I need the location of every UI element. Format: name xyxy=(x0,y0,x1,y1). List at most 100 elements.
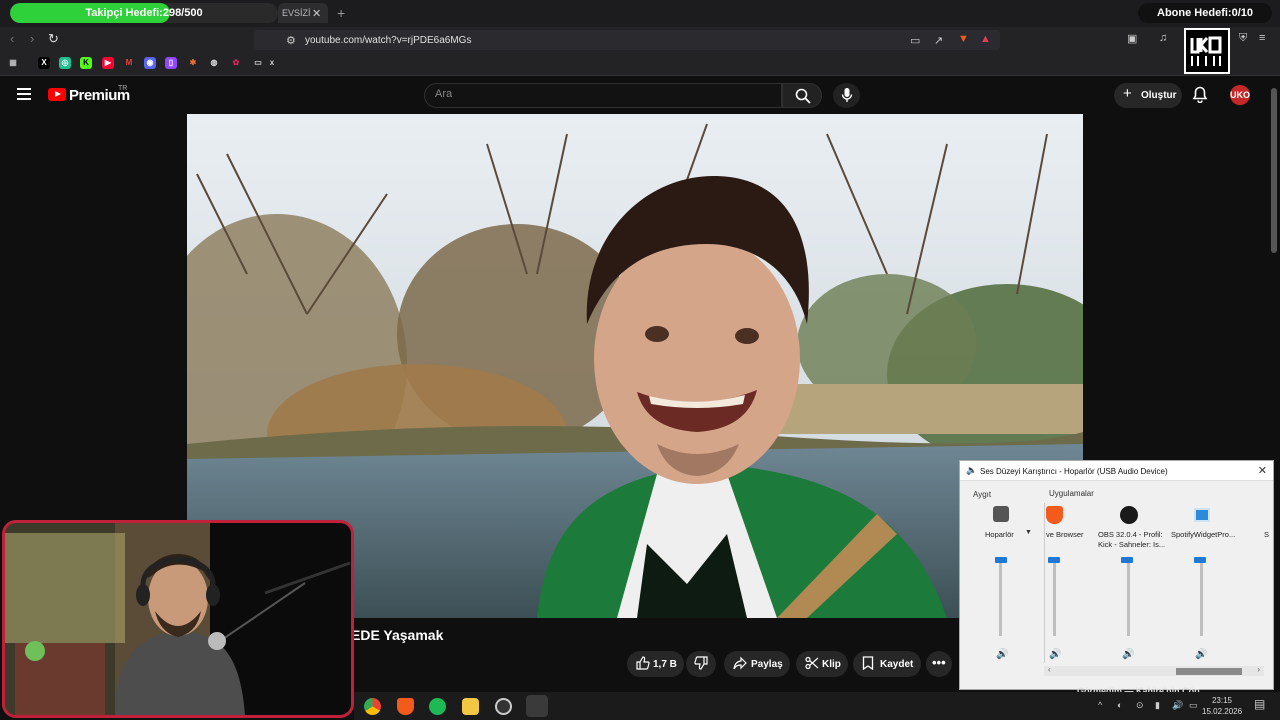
apps-header: Uygulamalar xyxy=(1049,489,1094,498)
volume-slider-thumb[interactable] xyxy=(1121,557,1133,563)
kick-bookmark-icon[interactable]: K xyxy=(80,57,92,69)
tray-app-icon[interactable]: ◐ xyxy=(1117,700,1122,710)
tray-overflow-icon[interactable]: ^ xyxy=(1098,700,1102,710)
taskbar-clock[interactable]: 23:15 15.02.2026 xyxy=(1202,695,1242,717)
tab-close-icon[interactable]: ✕ xyxy=(312,7,321,20)
share-button[interactable]: Paylaş xyxy=(724,651,790,677)
volume-slider-thumb[interactable] xyxy=(1194,557,1206,563)
search-icon xyxy=(795,88,811,104)
webcam-overlay xyxy=(2,520,354,718)
folder-icon[interactable]: ▭ xyxy=(252,57,264,69)
close-icon[interactable]: ✕ xyxy=(1258,464,1267,477)
create-button[interactable]: + Oluştur xyxy=(1114,83,1182,108)
search-input[interactable] xyxy=(435,88,765,100)
region-code: TR xyxy=(118,85,128,92)
mixer-scroll-thumb[interactable] xyxy=(1176,668,1242,675)
chrome-taskbar-icon[interactable] xyxy=(364,698,381,715)
clip-button[interactable]: Klip xyxy=(796,651,848,677)
mute-speaker-icon[interactable]: 🔊 xyxy=(996,649,1008,660)
menu-icon[interactable]: ≡ xyxy=(1259,32,1265,44)
channel-name: SpotifyWidgetPro... xyxy=(1171,530,1236,539)
spotify-widget-icon xyxy=(1194,508,1210,522)
notifications-icon[interactable]: ▤ xyxy=(1254,697,1265,711)
like-button[interactable]: 1,7 B xyxy=(627,651,684,677)
scroll-right-icon[interactable]: › xyxy=(1257,665,1260,674)
volume-mixer-window: 🔈 Ses Düzeyi Karıştırıcı - Hoparlör (USB… xyxy=(959,460,1274,690)
forward-icon[interactable]: › xyxy=(30,31,34,46)
browser-toolbar: ‹ › ↻ ⚙ youtube.com/watch?v=rjPDE6a6MGs … xyxy=(0,27,1280,52)
notifications-bell-icon[interactable] xyxy=(1192,86,1210,104)
volume-slider-thumb[interactable] xyxy=(995,557,1007,563)
mixer-horizontal-scrollbar[interactable]: ‹ › xyxy=(1044,665,1264,676)
browser-tab-bar: Takipçi Hedefi:298/500 EVSİZİ ✕ + Abone … xyxy=(0,0,1280,27)
bookmark-icon-8[interactable]: ✱ xyxy=(187,57,199,69)
tray-language-icon[interactable]: ▭ xyxy=(1189,700,1198,711)
scroll-left-icon[interactable]: ‹ xyxy=(1048,665,1051,674)
youtube-bookmark-icon[interactable]: ▶ xyxy=(102,57,114,69)
more-actions-button[interactable]: ••• xyxy=(926,651,952,677)
windows-taskbar: ^ ◐ ⊙ ▮ 🔊 ▭ 23:15 15.02.2026 ▤ xyxy=(354,692,1280,720)
volume-slider[interactable] xyxy=(1053,558,1056,636)
volume-slider-thumb[interactable] xyxy=(1048,557,1060,563)
mute-speaker-icon[interactable]: 🔊 xyxy=(1049,649,1061,660)
obs-taskbar-icon[interactable] xyxy=(495,698,512,715)
x-bookmark-icon[interactable]: X xyxy=(38,57,50,69)
brave-taskbar-icon[interactable] xyxy=(397,698,414,715)
tray-network-icon[interactable]: ⊙ xyxy=(1136,700,1144,711)
mute-speaker-icon[interactable]: 🔊 xyxy=(1122,649,1134,660)
more-icon: ••• xyxy=(932,655,946,670)
media-icon[interactable]: ♫ xyxy=(1159,32,1167,44)
device-dropdown-icon[interactable]: ▼ xyxy=(1025,529,1032,536)
vpn-icon[interactable]: ⛨ xyxy=(1239,32,1247,45)
reload-icon[interactable]: ↻ xyxy=(48,31,59,47)
brave-shield-icon[interactable]: ▼ xyxy=(958,33,969,45)
bookmark-icon-2[interactable]: ◎ xyxy=(59,57,71,69)
hamburger-menu-icon[interactable] xyxy=(17,88,31,100)
gmail-bookmark-icon[interactable]: M xyxy=(123,57,135,69)
back-icon[interactable]: ‹ xyxy=(10,31,14,46)
mixer-speaker-icon: 🔈 xyxy=(966,465,978,475)
tray-volume-icon[interactable]: 🔊 xyxy=(1172,700,1183,711)
mute-speaker-icon[interactable]: 🔊 xyxy=(1195,649,1207,660)
scissors-icon xyxy=(805,656,819,673)
sidebar-icon[interactable]: ▣ xyxy=(1127,32,1137,45)
brave-icon xyxy=(1046,506,1063,524)
volume-slider[interactable] xyxy=(1200,558,1203,636)
mixer-titlebar[interactable]: 🔈 Ses Düzeyi Karıştırıcı - Hoparlör (USB… xyxy=(960,461,1273,481)
bookmark-icon-9[interactable]: ◍ xyxy=(208,57,220,69)
apps-grid-icon[interactable]: ▦ xyxy=(7,57,19,69)
dislike-button[interactable] xyxy=(686,651,716,677)
spotify-taskbar-icon[interactable] xyxy=(429,698,446,715)
video-title: EDE Yaşamak xyxy=(351,627,444,643)
create-label: Oluştur xyxy=(1141,90,1177,101)
like-count: 1,7 B xyxy=(653,659,677,670)
search-button[interactable] xyxy=(782,83,822,108)
channel-name: S xyxy=(1264,530,1270,539)
address-bar[interactable]: ⚙ youtube.com/watch?v=rjPDE6a6MGs ▭ ↗ ▼ … xyxy=(254,30,1000,50)
search-box xyxy=(424,83,782,108)
page-scrollbar[interactable] xyxy=(1271,88,1277,253)
account-avatar[interactable]: UKO xyxy=(1230,85,1250,105)
youtube-logo-icon[interactable] xyxy=(48,88,66,101)
site-info-icon[interactable]: ⚙ xyxy=(286,34,296,47)
discord-bookmark-icon[interactable]: ◉ xyxy=(144,57,156,69)
speaker-device-icon xyxy=(993,506,1009,522)
twitch-bookmark-icon[interactable]: ▯ xyxy=(165,57,177,69)
new-tab-icon[interactable]: + xyxy=(337,5,345,21)
active-app-taskbar-icon[interactable] xyxy=(526,695,548,717)
folder-close-icon[interactable]: x xyxy=(266,57,278,69)
share-icon[interactable]: ↗ xyxy=(934,34,943,47)
files-taskbar-icon[interactable] xyxy=(462,698,479,715)
brave-rewards-icon[interactable]: ▲ xyxy=(980,33,991,45)
save-button[interactable]: Kaydet xyxy=(853,651,921,677)
cast-icon[interactable]: ▭ xyxy=(910,34,920,47)
obs-icon xyxy=(1120,506,1138,524)
clock-time: 23:15 xyxy=(1211,696,1233,705)
voice-search-button[interactable] xyxy=(833,83,860,108)
url-text: youtube.com/watch?v=rjPDE6a6MGs xyxy=(305,35,472,46)
channel-logo xyxy=(1184,28,1230,74)
tray-mic-icon[interactable]: ▮ xyxy=(1155,700,1160,711)
bookmark-icon-10[interactable]: ✿ xyxy=(230,57,242,69)
volume-slider[interactable] xyxy=(999,558,1002,636)
volume-slider[interactable] xyxy=(1127,558,1130,636)
